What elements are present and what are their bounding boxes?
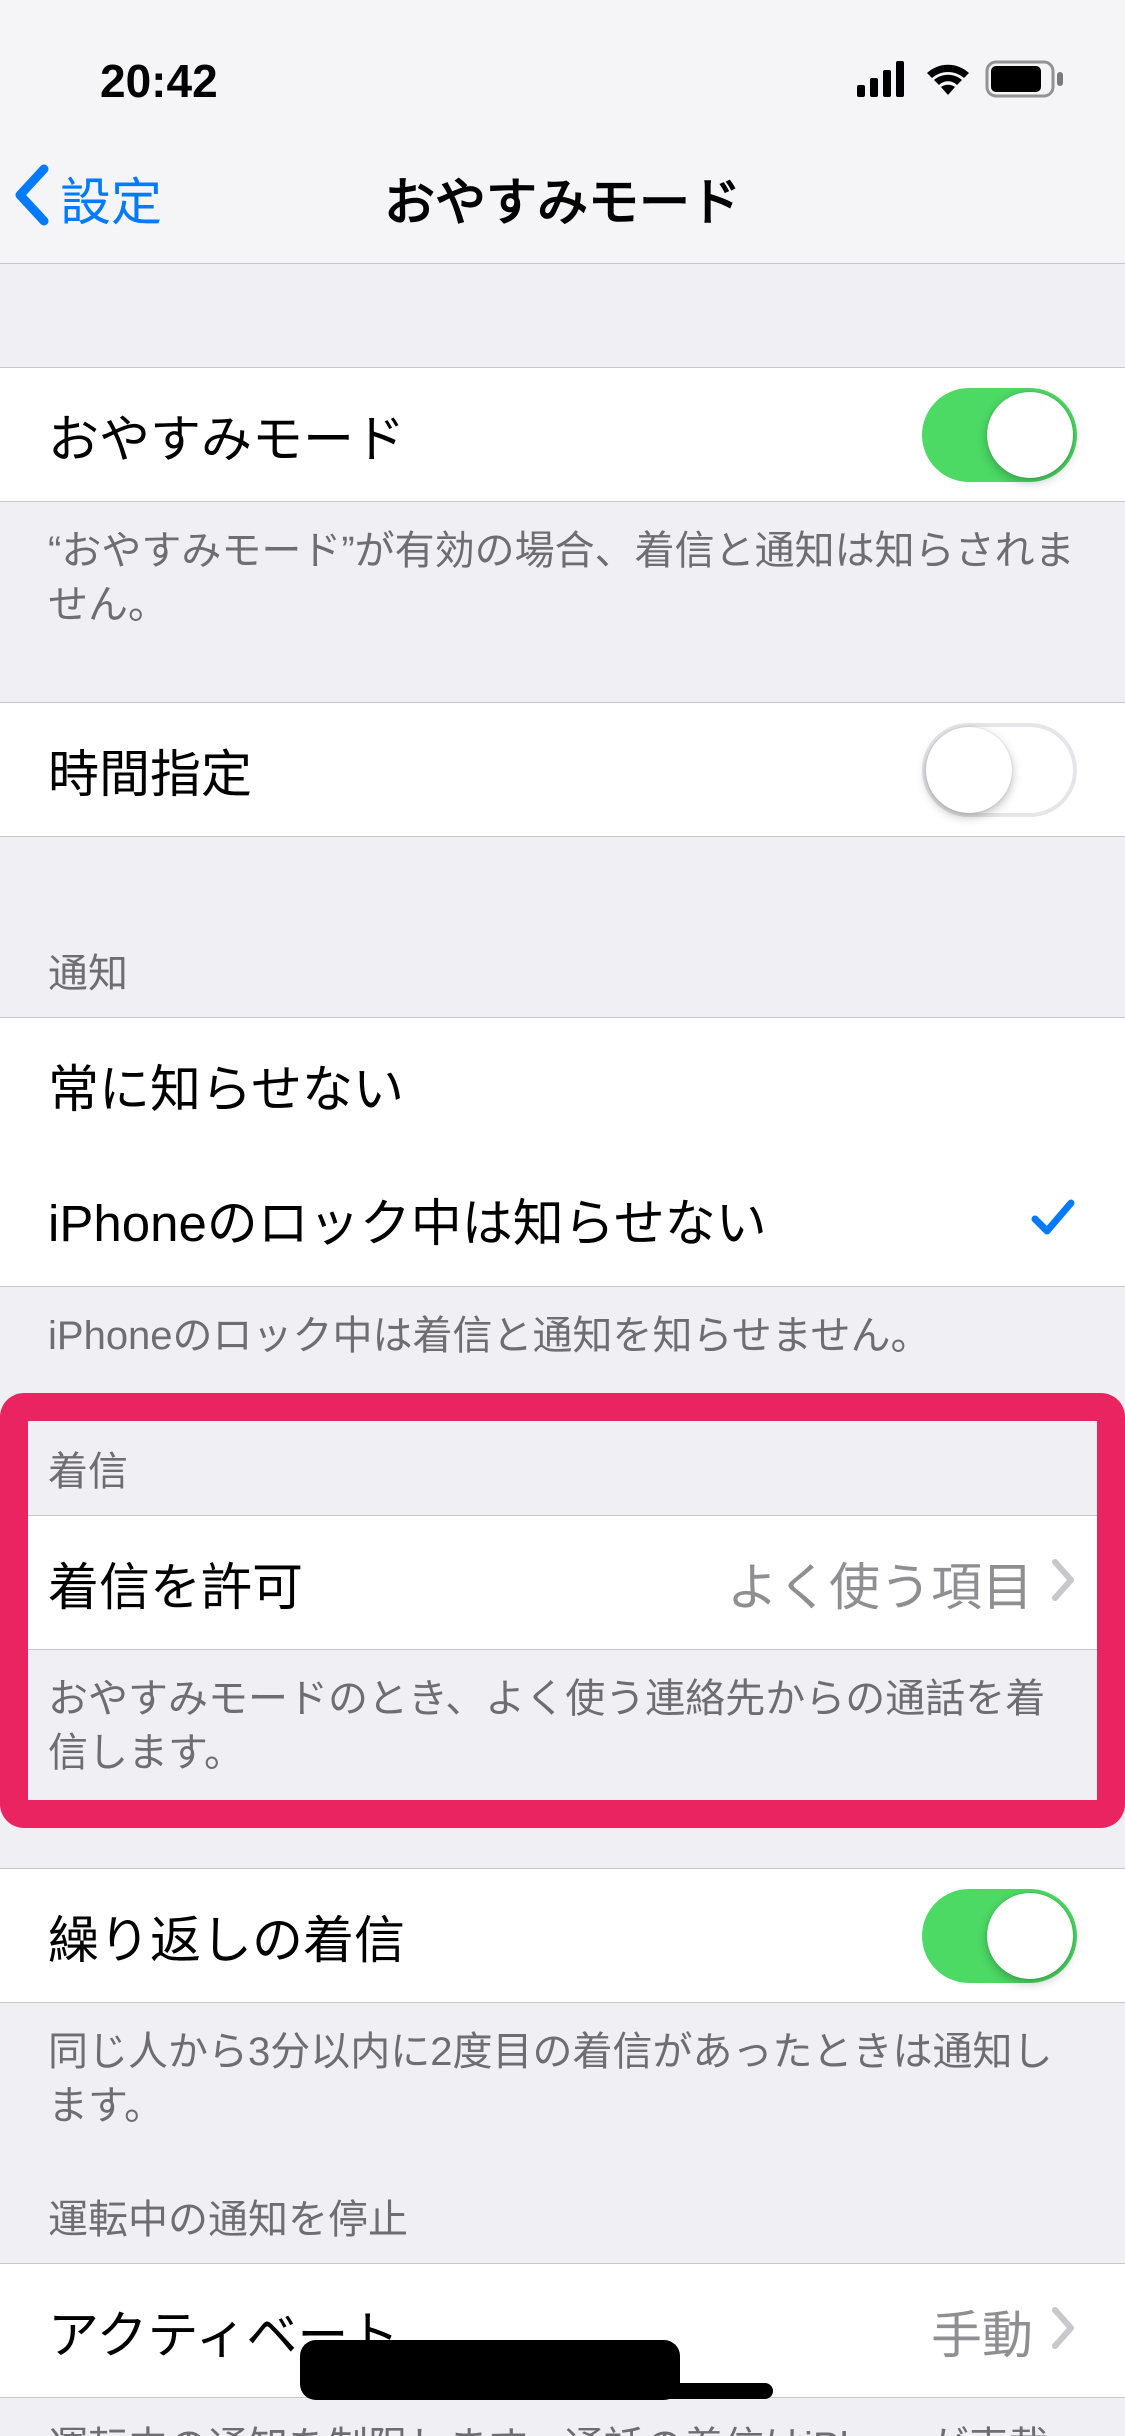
home-indicator[interactable] [353,2383,773,2399]
page-title: おやすみモード [0,161,1125,235]
home-indicator-area [0,2346,1125,2436]
allow-calls-from-label: 着信を許可 [48,1546,727,1620]
allow-calls-from-row[interactable]: 着信を許可 よく使う項目 [28,1515,1097,1650]
wifi-icon [923,61,973,102]
status-bar: 20:42 [0,0,1125,132]
scheduled-row[interactable]: 時間指定 [0,702,1125,837]
chevron-left-icon [12,163,52,232]
repeated-calls-label: 繰り返しの着信 [48,1899,922,1973]
status-time: 20:42 [100,54,218,108]
allow-calls-from-value: よく使う項目 [727,1546,1033,1620]
silence-while-locked-row[interactable]: iPhoneのロック中は知らせない [0,1152,1125,1287]
navigation-bar: 設定 おやすみモード [0,132,1125,264]
back-button[interactable]: 設定 [12,161,162,235]
status-icons [857,60,1075,103]
silence-always-row[interactable]: 常に知らせない [0,1017,1125,1152]
repeated-calls-toggle[interactable] [922,1889,1077,1983]
driving-section-header: 運転中の通知を停止 [0,2193,1125,2263]
repeated-calls-row[interactable]: 繰り返しの着信 [0,1868,1125,2003]
scheduled-toggle[interactable] [922,723,1077,817]
silence-group: 常に知らせない iPhoneのロック中は知らせない [0,1017,1125,1287]
silence-footer: iPhoneのロック中は着信と通知を知らせません。 [0,1287,1125,1393]
do-not-disturb-footer: “おやすみモード”が有効の場合、着信と通知は知らされません。 [0,502,1125,662]
cellular-icon [857,61,911,102]
chevron-right-icon [1051,1558,1077,1607]
silence-while-locked-label: iPhoneのロック中は知らせない [48,1182,1029,1256]
phone-section-header: 着信 [28,1421,1097,1515]
do-not-disturb-toggle[interactable] [922,388,1077,482]
do-not-disturb-row[interactable]: おやすみモード [0,367,1125,502]
silence-section-header: 通知 [0,947,1125,1017]
allow-calls-from-footer: おやすみモードのとき、よく使う連絡先からの通話を着信します。 [28,1650,1097,1800]
do-not-disturb-label: おやすみモード [48,398,922,472]
back-button-label: 設定 [60,161,162,235]
silence-always-label: 常に知らせない [48,1048,1077,1122]
battery-icon [985,60,1065,103]
repeated-calls-footer: 同じ人から3分以内に2度目の着信があったときは通知します。 [0,2003,1125,2163]
scheduled-label: 時間指定 [48,733,922,807]
phone-section-highlight: 着信 着信を許可 よく使う項目 おやすみモードのとき、よく使う連絡先からの通話を… [0,1393,1125,1828]
checkmark-icon [1029,1193,1077,1246]
